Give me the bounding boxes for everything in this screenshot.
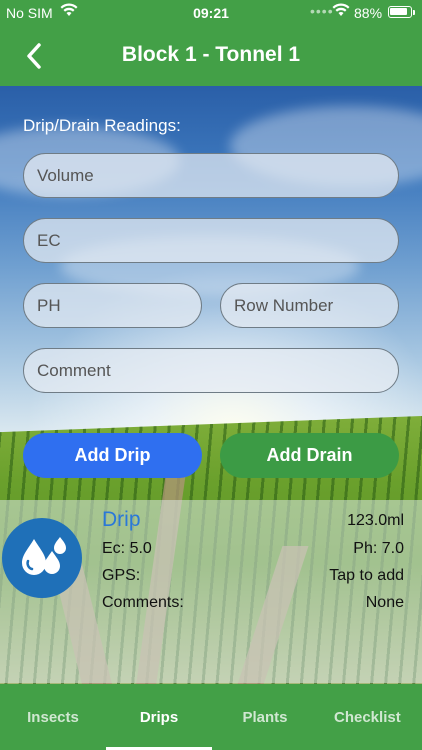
tab-plants[interactable]: Plants <box>212 684 318 750</box>
volume-input[interactable] <box>23 153 399 198</box>
tab-checklist[interactable]: Checklist <box>316 684 422 750</box>
tab-drips[interactable]: Drips <box>106 684 212 750</box>
comments-label: Comments: <box>102 594 184 611</box>
row-number-input[interactable] <box>220 283 399 328</box>
water-drops-icon <box>2 518 82 598</box>
tab-bar: Insects Drips Plants Checklist <box>0 684 422 750</box>
page-title: Block 1 - Tonnel 1 <box>121 43 301 66</box>
battery-percent: 88% <box>354 5 383 21</box>
add-drip-button[interactable]: Add Drip <box>23 433 202 478</box>
reading-list-item[interactable]: Drip 123.0ml Ec: 5.0 Ph: 7.0 GPS: Tap to… <box>0 500 422 683</box>
wifi-icon <box>332 3 350 20</box>
navigation-bar: Block 1 - Tonnel 1 <box>0 26 422 86</box>
reading-ec: Ec: 5.0 <box>102 540 152 557</box>
signal-icon: •••• <box>310 3 334 19</box>
reading-type: Drip <box>102 508 141 531</box>
tab-insects[interactable]: Insects <box>0 684 106 750</box>
reading-volume: 123.0ml <box>347 512 404 529</box>
battery-icon <box>388 6 412 18</box>
comments-value: None <box>365 594 404 611</box>
reading-ph: Ph: 7.0 <box>353 540 404 557</box>
section-label: Drip/Drain Readings: <box>23 116 181 135</box>
ph-input[interactable] <box>23 283 202 328</box>
status-bar: No SIM 09:21 •••• 88% <box>0 0 422 26</box>
add-drain-button[interactable]: Add Drain <box>220 433 399 478</box>
ec-input[interactable] <box>23 218 399 263</box>
gps-value[interactable]: Tap to add <box>329 567 404 585</box>
gps-label: GPS: <box>102 567 141 584</box>
comment-input[interactable] <box>23 348 399 393</box>
